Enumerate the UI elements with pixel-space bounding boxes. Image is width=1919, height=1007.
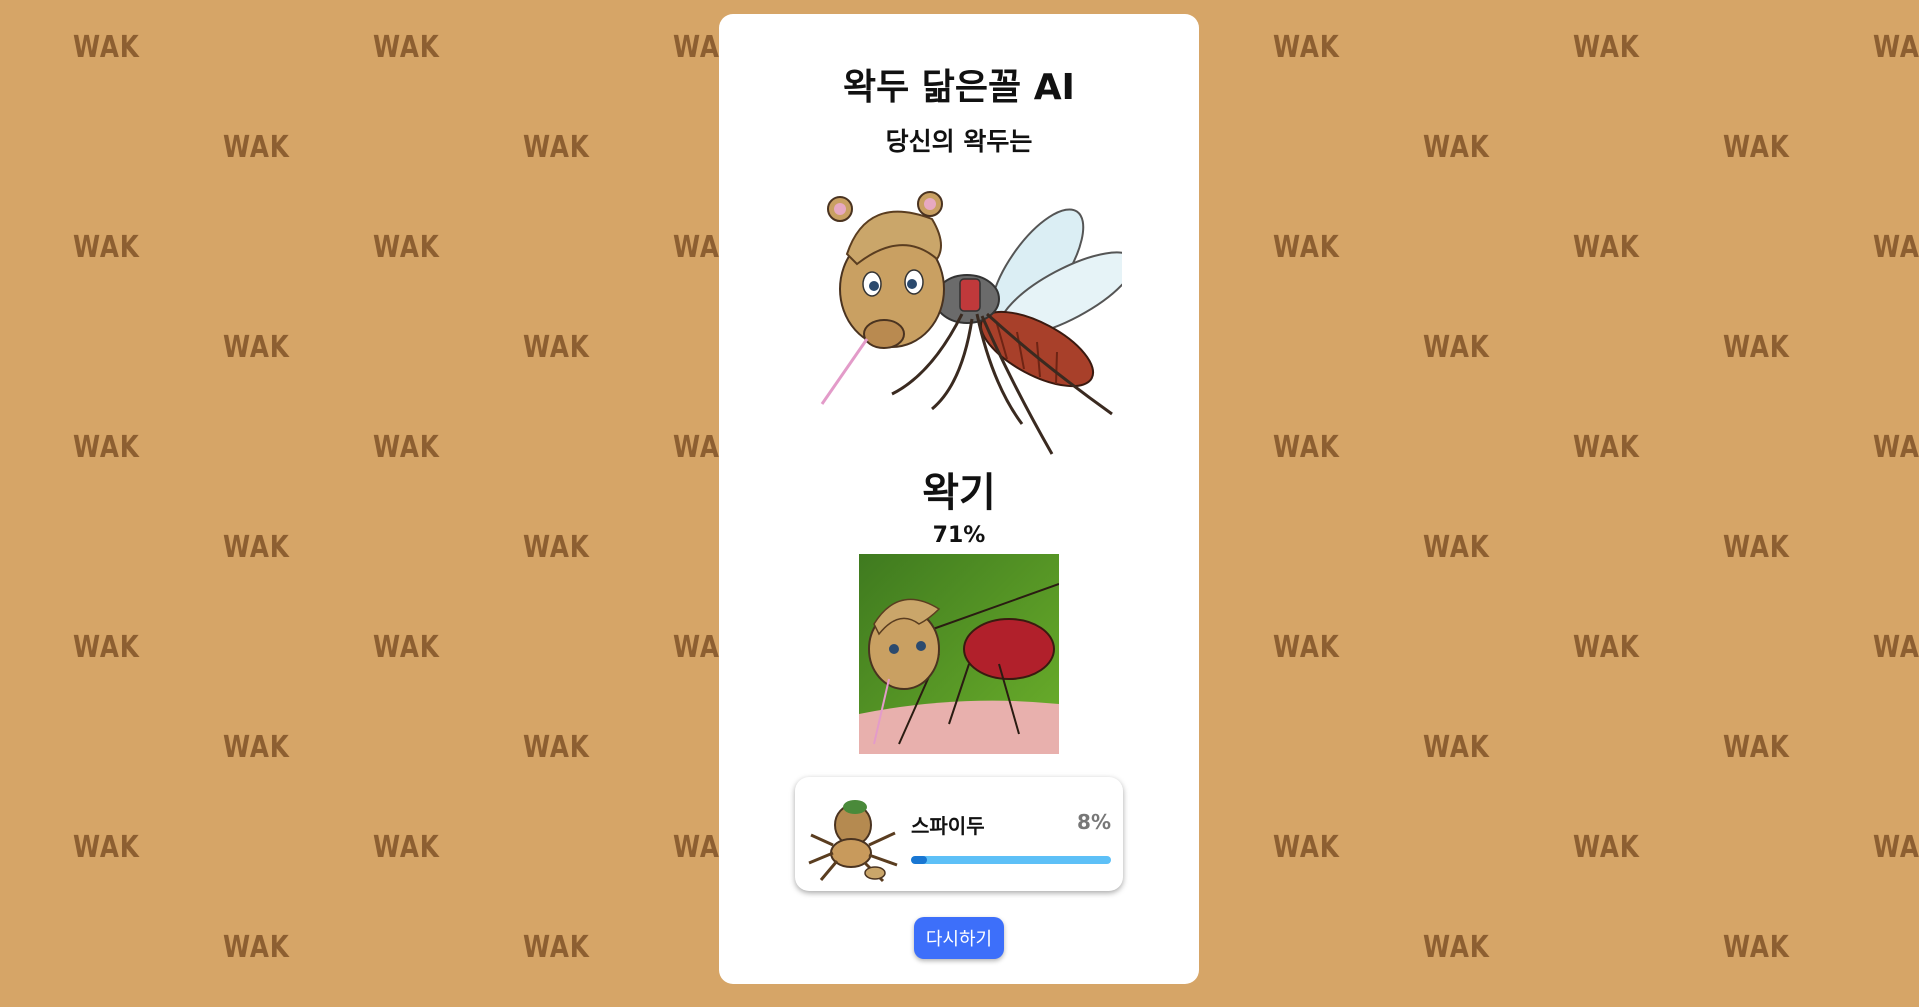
watermark-text: WAK bbox=[1273, 230, 1340, 265]
ranking-item: 스파이두 8% bbox=[795, 777, 1123, 891]
watermark-text: WAK bbox=[1723, 930, 1790, 965]
watermark-text: WAK bbox=[373, 630, 440, 665]
watermark-text: WAK bbox=[223, 730, 290, 765]
watermark-text: WAK bbox=[1723, 530, 1790, 565]
watermark-text: WAK bbox=[373, 30, 440, 65]
watermark-text: WAK bbox=[223, 530, 290, 565]
watermark-text: WAK bbox=[373, 830, 440, 865]
watermark-text: WAK bbox=[523, 530, 590, 565]
watermark-text: WAK bbox=[223, 130, 290, 165]
watermark-text: WAK bbox=[1723, 730, 1790, 765]
watermark-text: WAK bbox=[523, 330, 590, 365]
watermark-text: WAK bbox=[1273, 830, 1340, 865]
watermark-text: WAK bbox=[523, 930, 590, 965]
watermark-text: WAK bbox=[1573, 230, 1640, 265]
watermark-text: WAK bbox=[73, 230, 140, 265]
watermark-text: WAK bbox=[1573, 630, 1640, 665]
result-card: 왁두 닮은꼴 AI 당신의 왁두는 왁기 71% 스파이두 8% 다시하기 bbox=[719, 14, 1199, 984]
subtitle: 당신의 왁두는 bbox=[885, 127, 1033, 156]
retry-button[interactable]: 다시하기 bbox=[914, 917, 1004, 959]
watermark-text: WAK bbox=[73, 30, 140, 65]
watermark-text: WAK bbox=[1423, 130, 1490, 165]
watermark-text: WAK bbox=[1723, 130, 1790, 165]
result-photo bbox=[859, 554, 1059, 754]
ranking-label: 스파이두 bbox=[911, 814, 985, 838]
watermark-text: WAK bbox=[1873, 430, 1919, 465]
watermark-text: WAK bbox=[523, 730, 590, 765]
watermark-text: WAK bbox=[1273, 430, 1340, 465]
watermark-text: WAK bbox=[1273, 630, 1340, 665]
result-percent: 71% bbox=[932, 523, 986, 548]
watermark-text: WAK bbox=[1873, 830, 1919, 865]
watermark-text: WAK bbox=[73, 630, 140, 665]
watermark-text: WAK bbox=[1423, 930, 1490, 965]
watermark-text: WAK bbox=[373, 230, 440, 265]
watermark-text: WAK bbox=[1423, 730, 1490, 765]
watermark-text: WAK bbox=[1573, 830, 1640, 865]
watermark-text: WAK bbox=[1273, 30, 1340, 65]
ranking-progress-fill bbox=[911, 856, 927, 864]
watermark-text: WAK bbox=[73, 430, 140, 465]
result-character-illustration bbox=[812, 174, 1136, 464]
watermark-text: WAK bbox=[1423, 530, 1490, 565]
result-name: 왁기 bbox=[922, 470, 996, 516]
ranking-thumbnail bbox=[803, 785, 903, 885]
watermark-text: WAK bbox=[523, 130, 590, 165]
watermark-text: WAK bbox=[1723, 330, 1790, 365]
watermark-text: WAK bbox=[1873, 630, 1919, 665]
watermark-text: WAK bbox=[1873, 230, 1919, 265]
watermark-text: WAK bbox=[1423, 330, 1490, 365]
watermark-text: WAK bbox=[1573, 30, 1640, 65]
ranking-progress-bar bbox=[911, 856, 1111, 864]
watermark-text: WAK bbox=[223, 930, 290, 965]
ranking-percent: 8% bbox=[1077, 810, 1111, 834]
page-title: 왁두 닮은꼴 AI bbox=[843, 67, 1075, 108]
watermark-text: WAK bbox=[373, 430, 440, 465]
watermark-text: WAK bbox=[73, 830, 140, 865]
watermark-text: WAK bbox=[1873, 30, 1919, 65]
watermark-text: WAK bbox=[1573, 430, 1640, 465]
watermark-text: WAK bbox=[223, 330, 290, 365]
